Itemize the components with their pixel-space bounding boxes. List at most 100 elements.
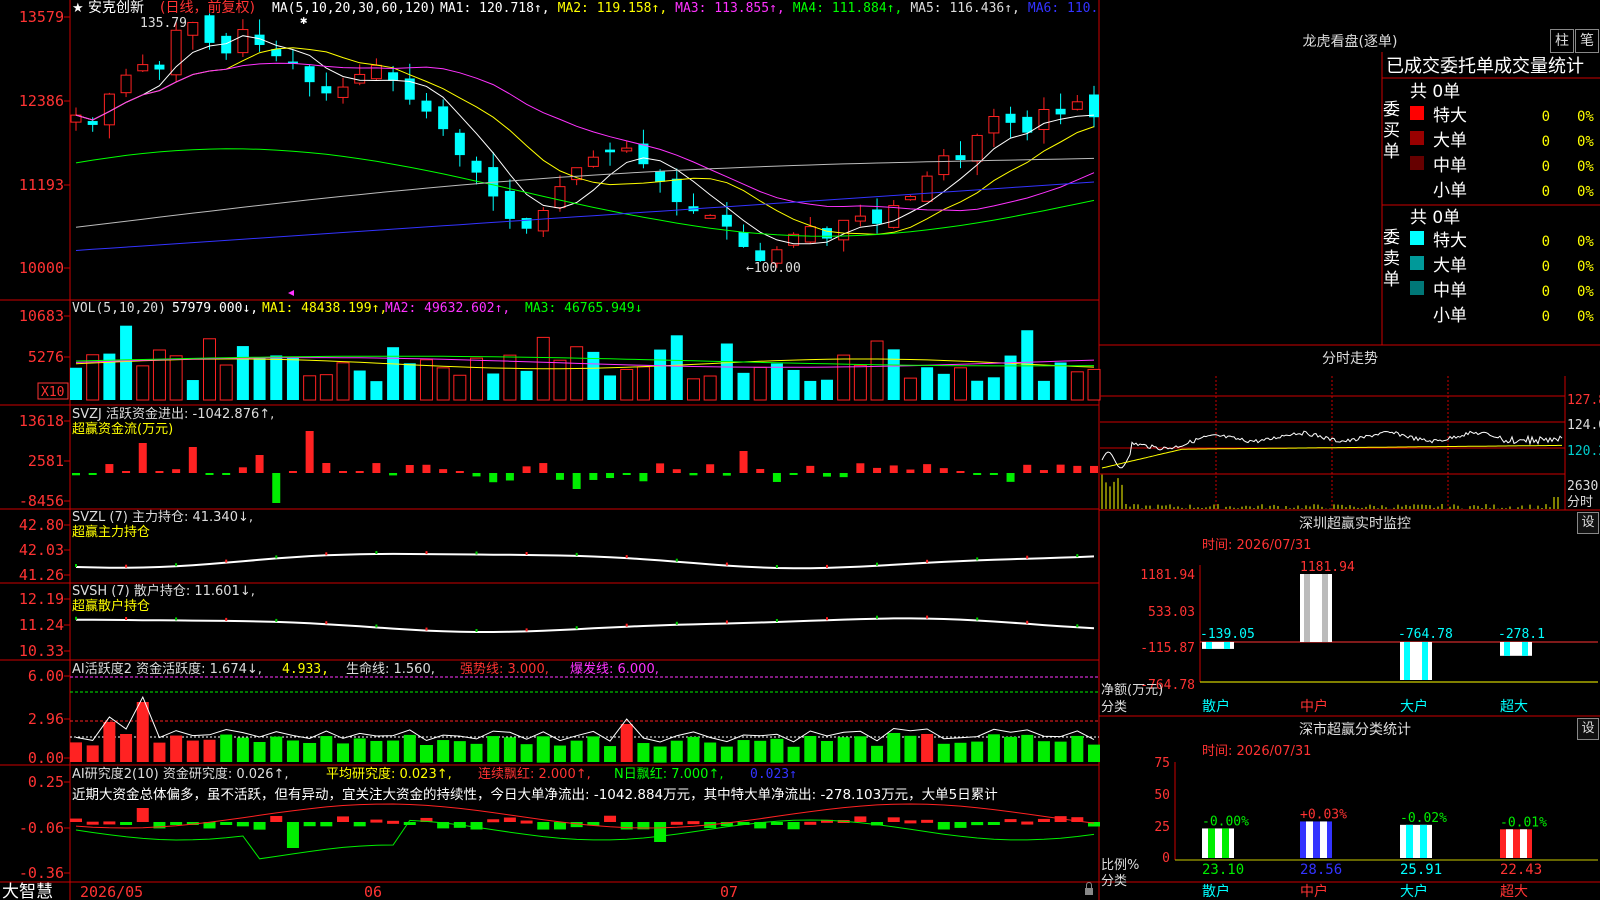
svg-text:75: 75 xyxy=(1154,756,1170,771)
classify-bar xyxy=(1400,824,1432,858)
svg-text:0.00: 0.00 xyxy=(28,749,64,767)
svg-text:SVZJ 活跃资金进出: -1042.876↑,: SVZJ 活跃资金进出: -1042.876↑, xyxy=(72,406,274,422)
volume-bar xyxy=(753,366,767,401)
svg-text:533.03: 533.03 xyxy=(1148,605,1195,620)
retail-position-line-tick xyxy=(175,617,178,621)
ma-line xyxy=(75,47,1095,235)
main-position-line-tick xyxy=(225,559,228,563)
activity-bar xyxy=(1037,741,1050,762)
ai-activity-panel[interactable] xyxy=(70,676,1100,763)
volume-bar xyxy=(570,346,584,401)
activity-bar xyxy=(370,740,383,762)
activity-bar xyxy=(320,736,333,762)
activity-bar xyxy=(536,736,550,763)
research-bar xyxy=(553,822,566,830)
research-bar xyxy=(487,819,500,823)
ai-research-axis: 0.25 -0.06 -0.36 xyxy=(19,773,64,882)
research-bar xyxy=(286,822,299,848)
volume-bar xyxy=(270,355,283,400)
ai-research-title: AI研究度2(10) 资金研究度: 0.026↑, 平均研究度: 0.023↑,… xyxy=(72,766,998,803)
left-axis-ticks xyxy=(64,16,70,874)
candle-body xyxy=(370,64,382,80)
classify-bar-stripe xyxy=(1222,828,1229,858)
classify-value-label: 25.91 xyxy=(1400,862,1442,878)
candle-body xyxy=(1071,101,1083,110)
research-bar xyxy=(270,816,283,822)
svg-text:MA1: 48438.199↑,: MA1: 48438.199↑, xyxy=(262,301,387,316)
retail-position-line-tick xyxy=(1076,624,1079,628)
svzj-panel[interactable] xyxy=(72,431,1098,503)
activity-bar xyxy=(403,734,416,762)
classify-settings-button[interactable]: 设 xyxy=(1577,718,1599,740)
volume-bar xyxy=(553,359,567,401)
research-bar xyxy=(770,822,783,825)
flow-bar xyxy=(455,471,464,473)
research-bar xyxy=(1021,821,1034,825)
tick-mode-button[interactable]: 笔 xyxy=(1575,29,1599,53)
svg-text:10683: 10683 xyxy=(19,307,64,325)
panel-borders xyxy=(0,0,1600,900)
retail-position-line-tick xyxy=(225,617,228,621)
bar-mode-button[interactable]: 柱 xyxy=(1550,29,1574,53)
classify-category: 散户 xyxy=(1202,883,1230,900)
ma-line xyxy=(75,181,1095,251)
volume-panel[interactable] xyxy=(70,325,1101,401)
ma-value: MA3: 113.855↑, xyxy=(675,1,785,16)
activity-bar xyxy=(670,740,683,762)
activity-bar xyxy=(520,744,533,762)
monitor-bar-chart: -139.05 散户 1181.94 中户 -764.78 大户 -278.1 超大 xyxy=(1199,560,1598,715)
candle-body xyxy=(838,219,850,241)
activity-bar xyxy=(587,736,600,762)
activity-bar xyxy=(887,732,901,763)
monitor-settings-button[interactable]: 设 xyxy=(1577,512,1599,534)
activity-bar xyxy=(487,736,500,762)
flow-bar xyxy=(88,473,97,475)
classify-time: 时间: 2026/07/31 xyxy=(1202,744,1311,759)
order-count: 0 xyxy=(1542,309,1550,325)
activity-bar xyxy=(620,724,633,762)
price-panel[interactable]: ✱ xyxy=(70,13,1099,296)
flow-bar xyxy=(1006,473,1015,482)
order-type-label: 特大 xyxy=(1433,231,1467,251)
volume-bar xyxy=(487,373,500,400)
activity-bar xyxy=(871,745,884,762)
retail-position-line-tick xyxy=(475,629,478,632)
color-swatch xyxy=(1410,131,1424,145)
classify-title: 深市超赢分类统计 xyxy=(1299,721,1411,738)
volume-bar xyxy=(703,375,717,401)
chart-canvas[interactable]: ✱ -139.05 散户 1181.94 中户 -764.78 大户 -278.1 超大 -0… xyxy=(0,0,1600,900)
order-type-label: 大单 xyxy=(1433,256,1467,276)
volume-bar xyxy=(1037,380,1050,400)
research-bar xyxy=(103,821,116,825)
main-position-line-tick xyxy=(425,551,428,555)
flow-bar xyxy=(489,473,498,483)
volume-bar xyxy=(136,365,150,401)
research-bar xyxy=(887,817,900,822)
flow-bar xyxy=(355,471,364,473)
svsh-axis: 12.19 11.24 10.33 xyxy=(19,590,64,660)
buy-total: 共 0单 xyxy=(1410,82,1460,102)
activity-bar xyxy=(170,735,183,762)
candle-body xyxy=(187,22,199,36)
svzj-axis: 13618 2581 -8456 xyxy=(19,412,64,510)
flow-bar xyxy=(422,464,431,473)
ma-value: MA1: 120.718↑, xyxy=(440,1,550,16)
svg-text:42.80: 42.80 xyxy=(19,516,64,534)
volume-bar xyxy=(654,349,667,400)
volume-bar xyxy=(921,367,934,400)
svzl-panel[interactable] xyxy=(75,551,1095,570)
volume-bar xyxy=(620,368,634,401)
intraday-panel[interactable] xyxy=(1100,376,1566,510)
activity-bar xyxy=(937,743,950,762)
svsh-panel[interactable] xyxy=(75,615,1095,633)
candle-body xyxy=(438,106,449,130)
ai-research-panel[interactable] xyxy=(70,803,1100,860)
research-bar xyxy=(70,818,82,822)
classify-bar-stripe xyxy=(1406,824,1413,858)
sell-total: 共 0单 xyxy=(1410,208,1460,228)
flow-bar xyxy=(222,473,231,475)
activity-bar xyxy=(604,746,617,762)
svg-text:42.03: 42.03 xyxy=(19,541,64,559)
main-position-line-tick xyxy=(175,563,178,567)
classify-bar-stripe xyxy=(1306,821,1313,858)
